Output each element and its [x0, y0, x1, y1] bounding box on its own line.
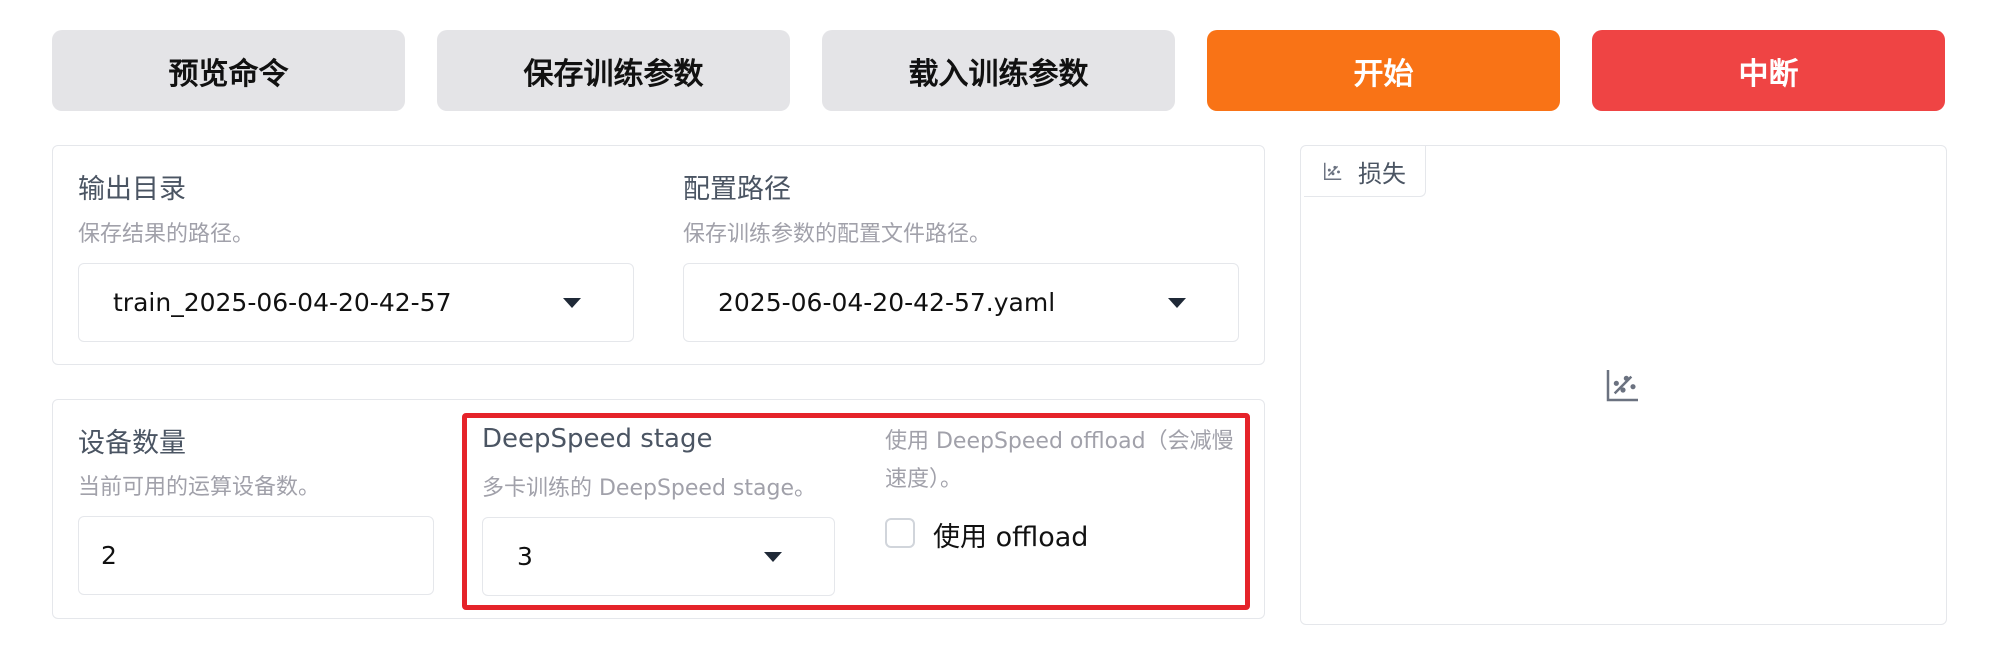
chart-icon [1324, 162, 1342, 180]
chevron-down-icon [1168, 297, 1186, 308]
ds-offload-info: 使用 DeepSpeed offload（会减慢速度）。 [885, 429, 1234, 492]
config-path-info: 保存训练参数的配置文件路径。 [683, 222, 992, 247]
loss-plot-label: 损失 [1358, 159, 1406, 188]
ds-offload-checkbox[interactable] [885, 518, 915, 548]
save-args-button[interactable]: 保存训练参数 [437, 30, 790, 111]
ds-stage-dropdown[interactable]: 3 [482, 517, 835, 596]
output-dir-value: train_2025-06-04-20-42-57 [113, 288, 452, 317]
chart-placeholder-icon [1606, 370, 1638, 402]
device-count-label: 设备数量 [78, 428, 186, 459]
config-path-dropdown[interactable]: 2025-06-04-20-42-57.yaml [683, 263, 1239, 342]
start-button[interactable]: 开始 [1207, 30, 1560, 111]
device-count-input[interactable]: 2 [78, 516, 434, 595]
preview-command-button[interactable]: 预览命令 [52, 30, 405, 111]
ds-offload-checkbox-label[interactable]: 使用 offload [933, 515, 1088, 554]
ds-stage-value: 3 [517, 542, 533, 571]
load-args-button[interactable]: 载入训练参数 [822, 30, 1175, 111]
output-dir-info: 保存结果的路径。 [78, 222, 255, 247]
config-path-label: 配置路径 [683, 174, 791, 205]
output-dir-label: 输出目录 [78, 174, 186, 205]
ds-stage-label: DeepSpeed stage [482, 424, 713, 454]
device-count-info: 当前可用的运算设备数。 [78, 475, 321, 500]
output-dir-dropdown[interactable]: train_2025-06-04-20-42-57 [78, 263, 634, 342]
config-path-value: 2025-06-04-20-42-57.yaml [718, 288, 1056, 317]
chevron-down-icon [764, 551, 782, 562]
abort-button[interactable]: 中断 [1592, 30, 1945, 111]
chevron-down-icon [563, 297, 581, 308]
ds-stage-info: 多卡训练的 DeepSpeed stage。 [482, 476, 816, 501]
loss-plot-tab: 损失 [1304, 146, 1426, 197]
